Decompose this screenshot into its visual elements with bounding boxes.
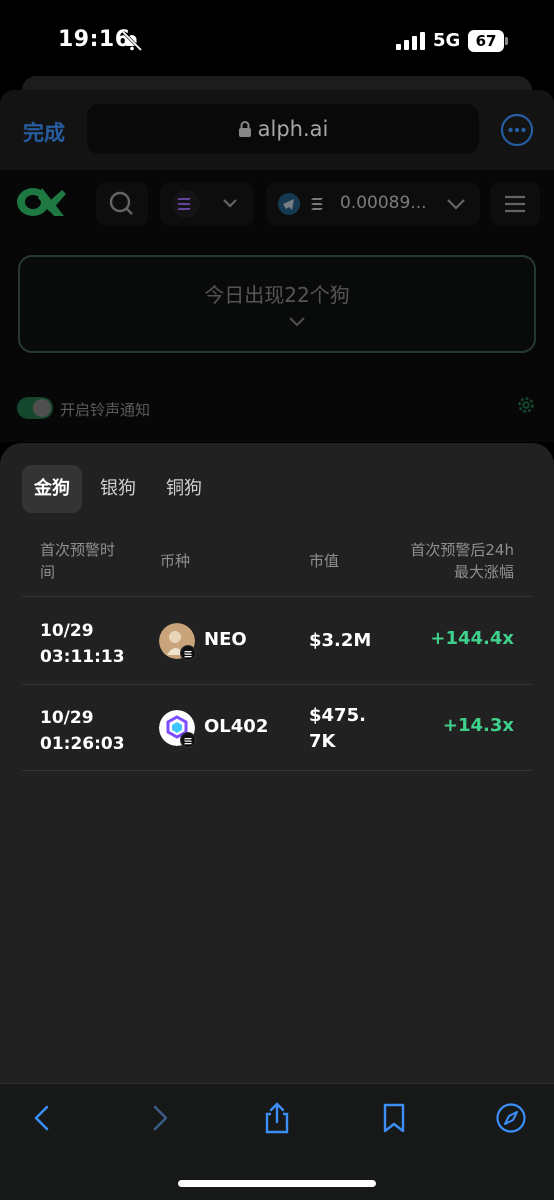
bell-slash-icon (121, 30, 143, 52)
alert-time: 10/29 01:26:03 (40, 708, 125, 754)
wallet-amount: 0.00089... (340, 193, 427, 213)
address-bar[interactable]: alph.ai (87, 104, 479, 154)
solana-icon (172, 190, 237, 218)
divider (22, 770, 532, 771)
golden-dog-sheet: 金狗 银狗 铜狗 首次预警时 间 币种 市值 首次预警后24h 最大涨幅 10/… (0, 443, 554, 1083)
network-type: 5G (433, 30, 461, 51)
browser-header: 完成 alph.ai (0, 90, 554, 170)
lock-icon (238, 121, 251, 137)
status-bar: 19:16 5G 67 (0, 0, 554, 80)
header-first-alert-time: 首次预警时 间 (40, 541, 116, 581)
table-row[interactable]: 10/29 03:11:13 NEO $3.2M +144.4x (22, 598, 532, 684)
tab-bronze[interactable]: 铜狗 (154, 465, 214, 513)
signal-icon (396, 32, 425, 50)
max-gain: +14.3x (442, 715, 514, 736)
chevron-down-icon (447, 199, 465, 210)
solana-badge-icon (180, 645, 196, 661)
coin-name: OL402 (204, 716, 269, 737)
market-cap: $475. 7K (309, 705, 366, 752)
url-text: alph.ai (257, 117, 329, 141)
sound-notify-label: 开启铃声通知 (60, 401, 151, 419)
battery-level: 67 (468, 30, 504, 52)
max-gain: +144.4x (430, 628, 514, 649)
header-coin: 币种 (160, 552, 191, 570)
safari-compass-icon[interactable] (495, 1102, 527, 1134)
home-indicator (178, 1180, 376, 1187)
gear-icon[interactable] (515, 394, 537, 416)
daily-alert-banner[interactable]: 今日出现22个狗 (18, 255, 536, 353)
alph-logo-icon[interactable] (14, 184, 68, 220)
header-market-cap: 市值 (309, 552, 340, 570)
alert-text: 今日出现22个狗 (204, 283, 350, 307)
divider (22, 596, 532, 597)
chain-selector[interactable] (160, 182, 254, 226)
sound-notify-toggle[interactable] (17, 397, 53, 419)
battery-icon: 67 (468, 30, 508, 52)
coin-name: NEO (204, 629, 247, 650)
telegram-icon (278, 193, 323, 215)
menu-button[interactable] (490, 182, 540, 226)
share-icon[interactable] (261, 1102, 293, 1134)
hamburger-menu-icon (505, 195, 525, 213)
search-icon (109, 191, 133, 215)
alert-time: 10/29 03:11:13 (40, 621, 125, 667)
web-page: 0.00089... 今日出现22个狗 开启铃声通知 (0, 170, 554, 442)
tab-silver[interactable]: 银狗 (88, 465, 148, 513)
chevron-down-icon (289, 317, 305, 327)
search-button[interactable] (96, 182, 148, 226)
solana-badge-icon (180, 732, 196, 748)
market-cap: $3.2M (309, 630, 372, 651)
forward-icon[interactable] (143, 1102, 175, 1134)
more-options-icon[interactable] (500, 113, 534, 147)
bookmarks-icon[interactable] (378, 1102, 410, 1134)
back-icon[interactable] (27, 1102, 59, 1134)
table-row[interactable]: 10/29 01:26:03 OL402 $475. 7K +14.3x (22, 685, 532, 771)
done-button[interactable]: 完成 (23, 117, 65, 147)
header-max-gain: 首次预警后24h 最大涨幅 (410, 541, 514, 581)
tab-gold[interactable]: 金狗 (22, 465, 82, 513)
dog-tabs: 金狗 银狗 铜狗 (22, 465, 220, 513)
wallet-balance-button[interactable]: 0.00089... (266, 182, 480, 226)
